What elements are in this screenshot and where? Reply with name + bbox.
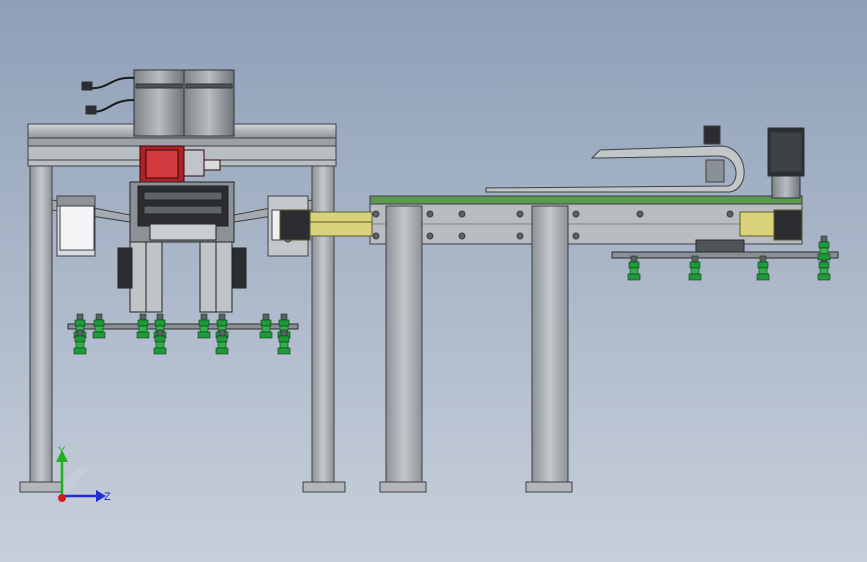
center-carriage (117, 181, 247, 313)
triad-y-label: Y (58, 445, 66, 457)
suction-cup (92, 313, 106, 339)
gantry-left-leg (29, 165, 53, 487)
conveyor-belt (369, 195, 803, 205)
suction-cup (688, 255, 702, 281)
left-side-cylinder (56, 195, 96, 257)
suction-cup (756, 255, 770, 281)
left-suction-cups (73, 313, 291, 355)
suction-cup (259, 313, 273, 339)
triad-z-label: Z (104, 491, 111, 503)
cable-carrier-arm (485, 125, 745, 193)
coordinate-triad: Y Z (56, 445, 111, 503)
suction-cup (197, 313, 211, 339)
conveyor-leg-right (531, 205, 569, 485)
right-servo-motor (767, 127, 805, 199)
suction-cup (136, 313, 150, 339)
conveyor-leg-left (385, 205, 423, 485)
assembly-drawing: Y Z (19, 69, 839, 503)
triad-origin (58, 494, 66, 502)
suction-cup (627, 255, 641, 281)
suction-cup (817, 235, 831, 261)
cad-viewport[interactable]: Y Z (0, 0, 867, 562)
